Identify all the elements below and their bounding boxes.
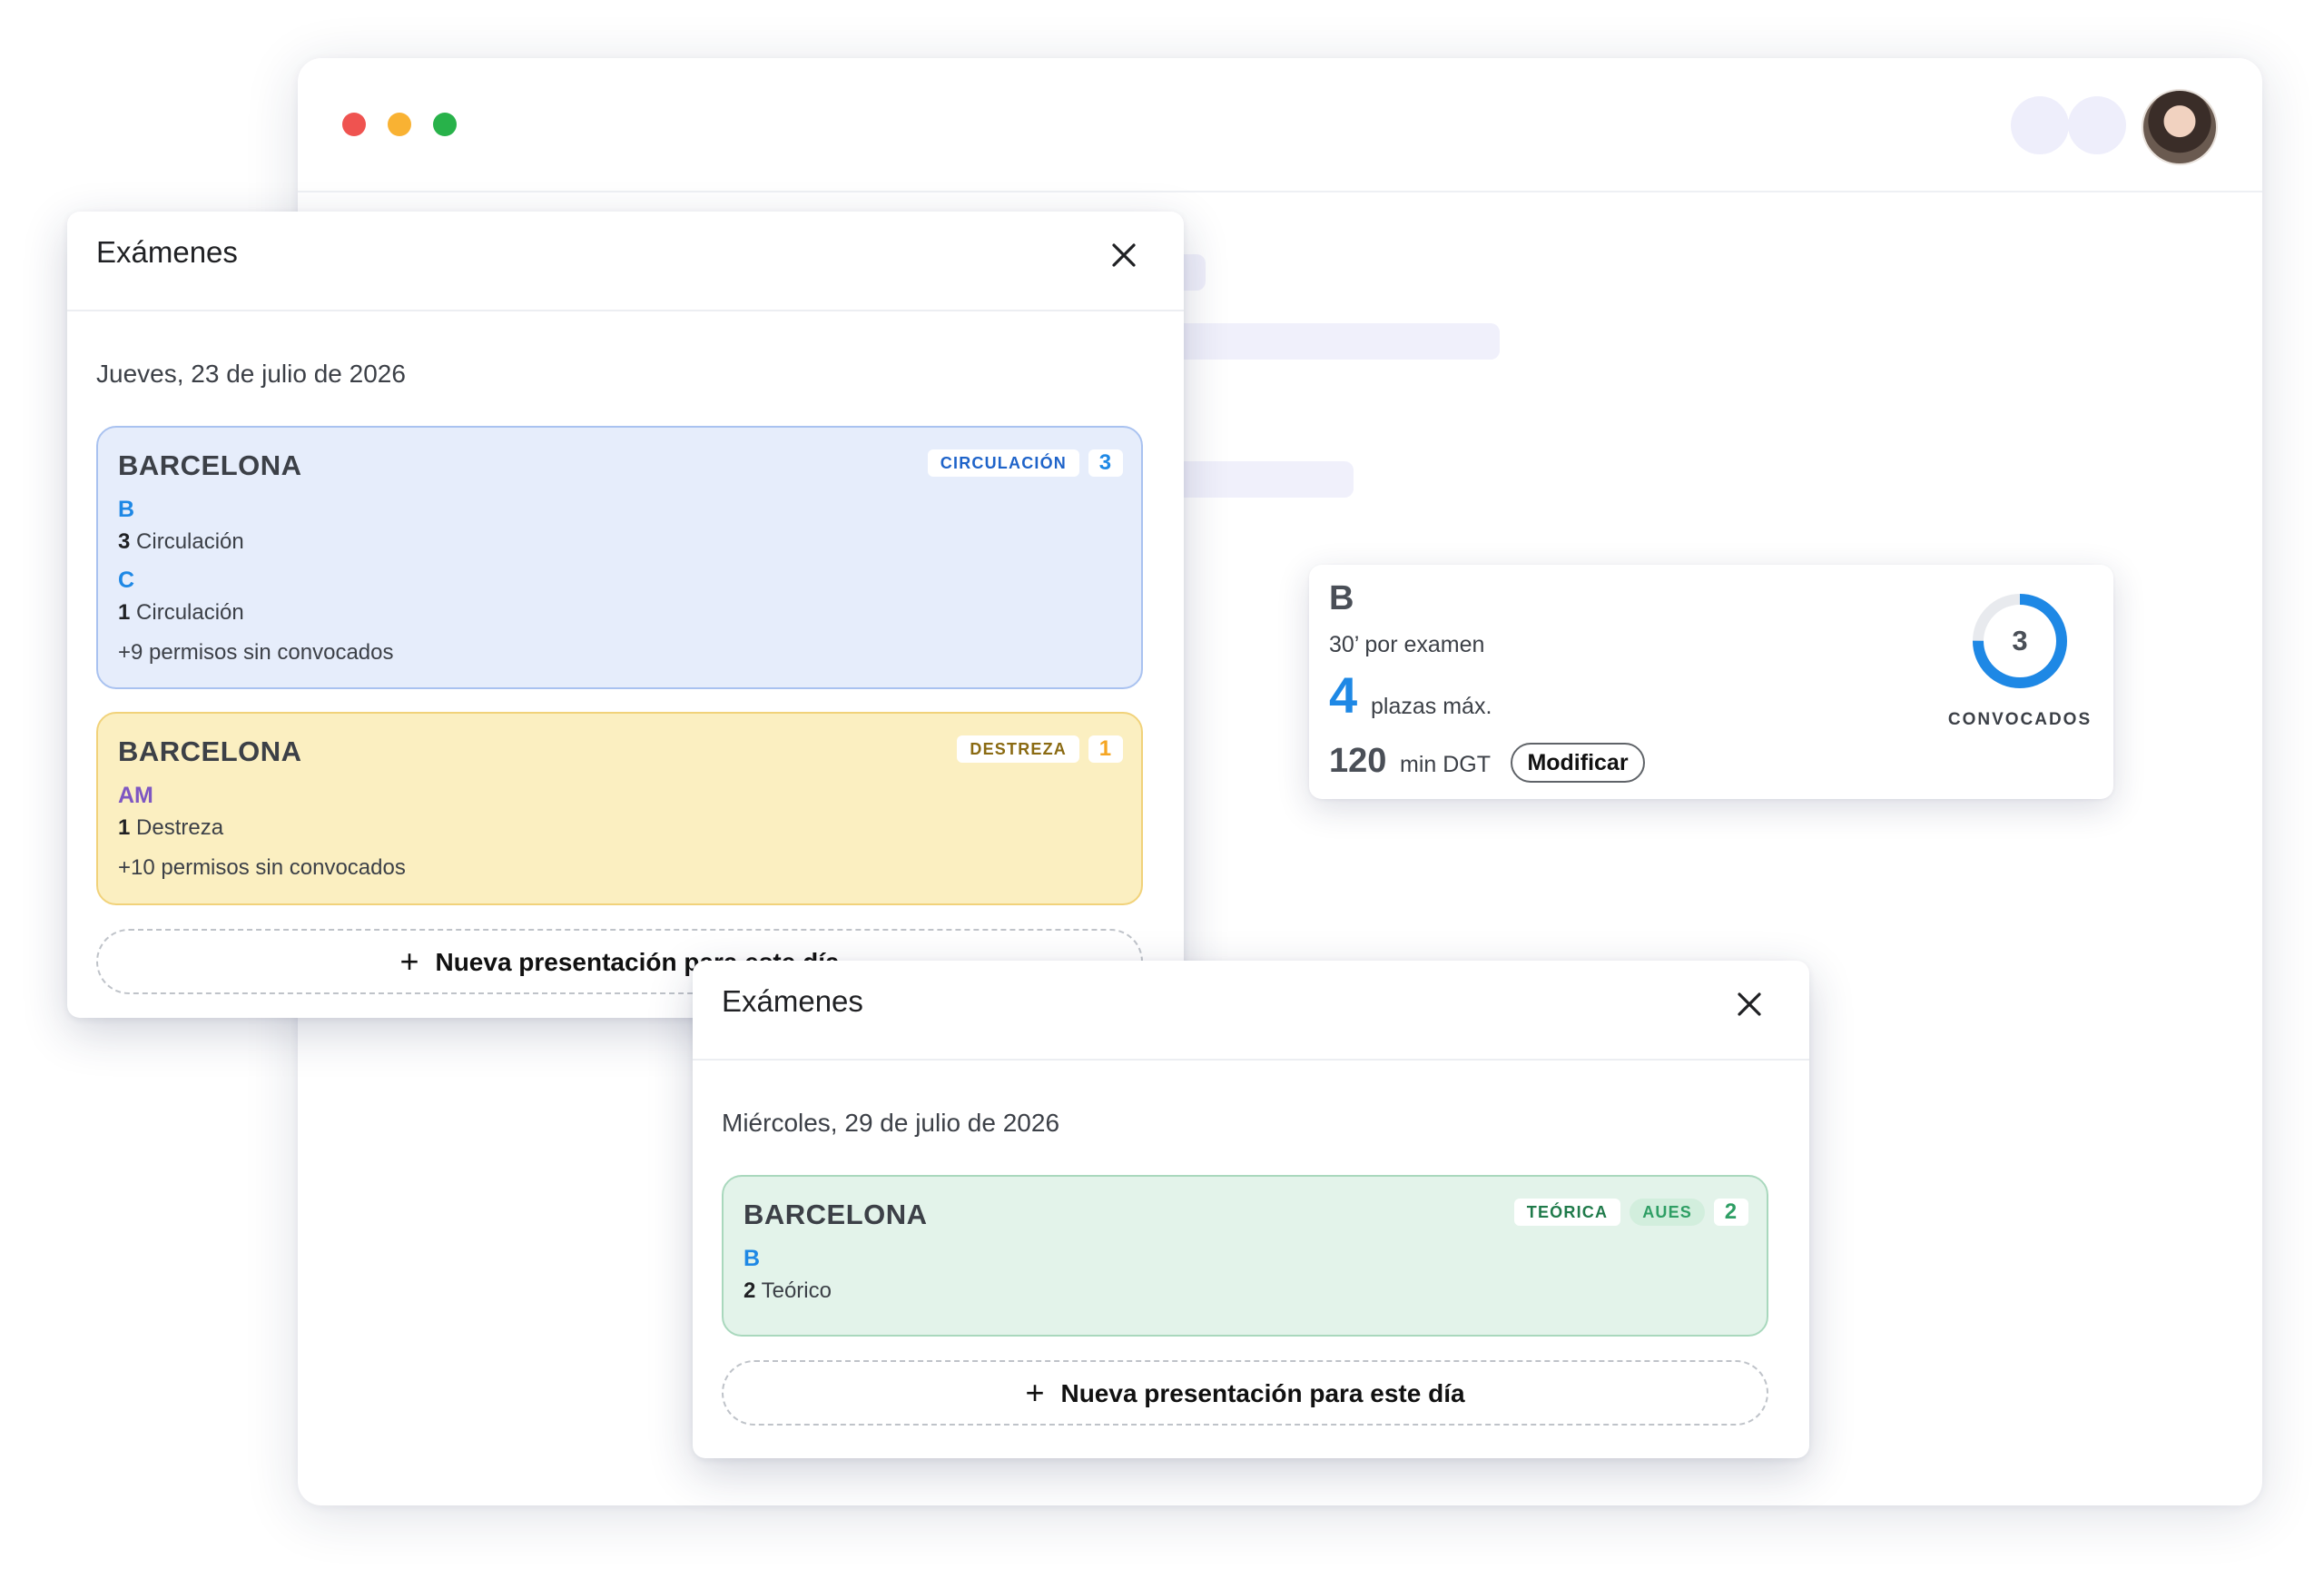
- convocados-count: 3: [2012, 625, 2028, 656]
- modal-title: Exámenes: [722, 984, 863, 1018]
- exam-city: BARCELONA: [118, 449, 302, 481]
- max-slots-value: 4: [1329, 666, 1358, 724]
- count-badge: 2: [1714, 1199, 1748, 1226]
- window-close-control[interactable]: [342, 113, 366, 136]
- exam-city: BARCELONA: [118, 735, 302, 767]
- window-minimize-control[interactable]: [388, 113, 411, 136]
- max-slots-label: plazas máx.: [1371, 694, 1492, 719]
- close-icon[interactable]: [1731, 986, 1768, 1022]
- convocados-label: CONVOCADOS: [1947, 710, 2093, 729]
- modal-title: Exámenes: [96, 235, 238, 269]
- modify-button[interactable]: Modificar: [1511, 743, 1645, 783]
- extra-permits: +9 permisos sin convocados: [118, 640, 394, 665]
- modal-header: Exámenes: [693, 961, 1809, 1061]
- new-presentation-label: Nueva presentación para este día: [1060, 1379, 1465, 1407]
- dgt-minutes-label: min DGT: [1400, 752, 1491, 777]
- placeholder-avatar: [2011, 96, 2069, 154]
- exam-type-badge: CIRCULACIÓN: [927, 449, 1079, 477]
- exam-duration: 30’ por examen: [1329, 632, 1485, 657]
- license-code: B: [118, 497, 135, 522]
- new-presentation-button[interactable]: + Nueva presentación para este día: [722, 1360, 1768, 1426]
- badge-group: CIRCULACIÓN 3: [927, 449, 1123, 477]
- exams-modal: Exámenes Miércoles, 29 de julio de 2026 …: [693, 961, 1809, 1458]
- exam-type-badge: AUES: [1630, 1199, 1705, 1226]
- placeholder-avatar: [2068, 96, 2126, 154]
- exam-type-badge: DESTREZA: [957, 735, 1079, 763]
- exam-card[interactable]: BARCELONA TEÓRICA AUES 2 B 2 Teórico: [722, 1175, 1768, 1337]
- close-icon[interactable]: [1106, 237, 1142, 273]
- license-count-line: 2 Teórico: [743, 1278, 832, 1303]
- license-info-card: B 30’ por examen 4 plazas máx. 120 min D…: [1309, 565, 2113, 799]
- modal-header: Exámenes: [67, 212, 1184, 311]
- license-count-line: 3 Circulación: [118, 529, 244, 554]
- license-code: B: [743, 1246, 761, 1271]
- dgt-minutes-value: 120: [1329, 742, 1387, 780]
- modal-date: Jueves, 23 de julio de 2026: [96, 360, 406, 388]
- badge-group: TEÓRICA AUES 2: [1513, 1199, 1748, 1226]
- license-letter: B: [1329, 579, 1354, 617]
- exam-type-badge: TEÓRICA: [1513, 1199, 1621, 1226]
- browser-toolbar: [298, 58, 2262, 192]
- window-maximize-control[interactable]: [433, 113, 457, 136]
- exam-city: BARCELONA: [743, 1199, 928, 1230]
- license-code: C: [118, 567, 135, 593]
- skeleton-line: [1162, 461, 1354, 498]
- plus-icon: +: [399, 942, 419, 980]
- exams-modal: Exámenes Jueves, 23 de julio de 2026 BAR…: [67, 212, 1184, 1018]
- exam-card[interactable]: BARCELONA CIRCULACIÓN 3 B 3 Circulación …: [96, 426, 1143, 689]
- extra-permits: +10 permisos sin convocados: [118, 855, 406, 880]
- plus-icon: +: [1025, 1374, 1045, 1411]
- license-count-line: 1 Destreza: [118, 815, 224, 840]
- user-avatar[interactable]: [2142, 89, 2218, 165]
- count-badge: 3: [1088, 449, 1123, 477]
- badge-group: DESTREZA 1: [957, 735, 1123, 763]
- exam-card[interactable]: BARCELONA DESTREZA 1 AM 1 Destreza +10 p…: [96, 712, 1143, 905]
- skeleton-line: [1162, 323, 1500, 360]
- license-count-line: 1 Circulación: [118, 600, 244, 625]
- modal-date: Miércoles, 29 de julio de 2026: [722, 1109, 1060, 1137]
- license-code: AM: [118, 783, 153, 808]
- count-badge: 1: [1088, 735, 1123, 763]
